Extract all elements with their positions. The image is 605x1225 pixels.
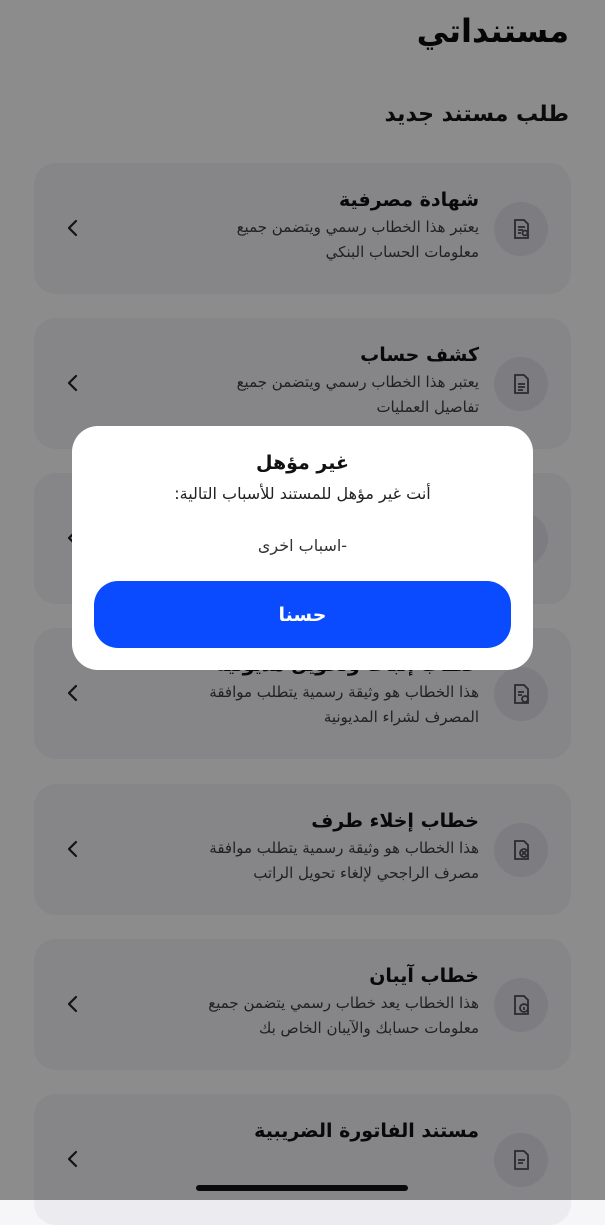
ineligible-dialog: غير مؤهل أنت غير مؤهل للمستند للأسباب ال…: [72, 426, 533, 670]
dialog-message: أنت غير مؤهل للمستند للأسباب التالية:: [174, 484, 431, 503]
ok-button[interactable]: حسنا: [94, 581, 511, 648]
dialog-reason: -اسباب اخرى: [257, 536, 348, 555]
dialog-title: غير مؤهل: [256, 452, 349, 474]
home-indicator[interactable]: [196, 1185, 408, 1191]
